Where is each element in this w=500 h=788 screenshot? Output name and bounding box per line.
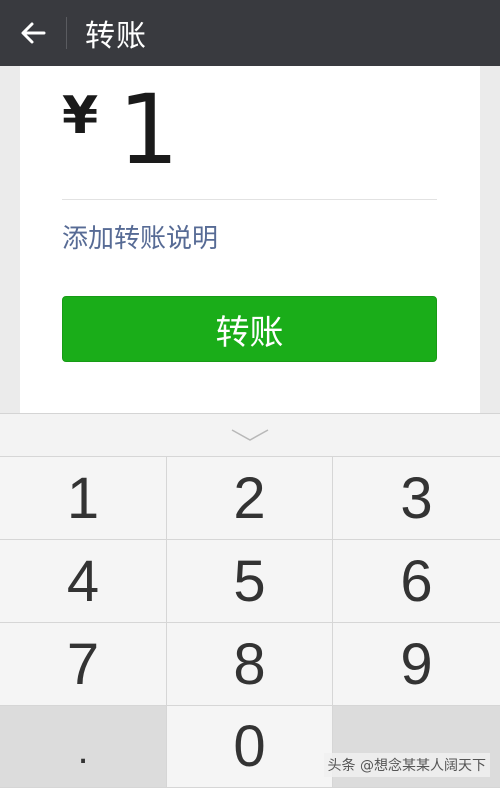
add-note-link[interactable]: 添加转账说明 [62, 218, 218, 255]
transfer-button[interactable]: 转账 [62, 296, 437, 362]
key-0[interactable]: 0 [167, 706, 333, 788]
numeric-keypad: 1 2 3 4 5 6 7 8 9 . 0 头条 @想念某某人阔天下 [0, 413, 500, 788]
key-9[interactable]: 9 [333, 623, 500, 706]
key-decimal[interactable]: . [0, 706, 167, 788]
collapse-keypad-button[interactable] [0, 414, 500, 457]
key-4[interactable]: 4 [0, 540, 167, 623]
amount-divider [62, 199, 437, 200]
key-7[interactable]: 7 [0, 623, 167, 706]
top-bar: 转账 [0, 0, 500, 66]
watermark: 头条 @想念某某人阔天下 [323, 753, 490, 777]
currency-symbol: ¥ [62, 86, 99, 146]
page-title: 转账 [85, 19, 147, 54]
back-button[interactable] [0, 0, 66, 66]
back-arrow-icon [21, 22, 46, 44]
key-2[interactable]: 2 [167, 457, 333, 540]
key-6[interactable]: 6 [333, 540, 500, 623]
transfer-card: ¥ 1 添加转账说明 转账 [20, 66, 480, 413]
key-1[interactable]: 1 [0, 457, 167, 540]
amount-value: 1 [118, 74, 180, 186]
key-8[interactable]: 8 [167, 623, 333, 706]
key-5[interactable]: 5 [167, 540, 333, 623]
header-divider [66, 17, 67, 49]
chevron-down-icon [231, 429, 269, 441]
key-3[interactable]: 3 [333, 457, 500, 540]
amount-field[interactable]: ¥ 1 [62, 74, 442, 194]
